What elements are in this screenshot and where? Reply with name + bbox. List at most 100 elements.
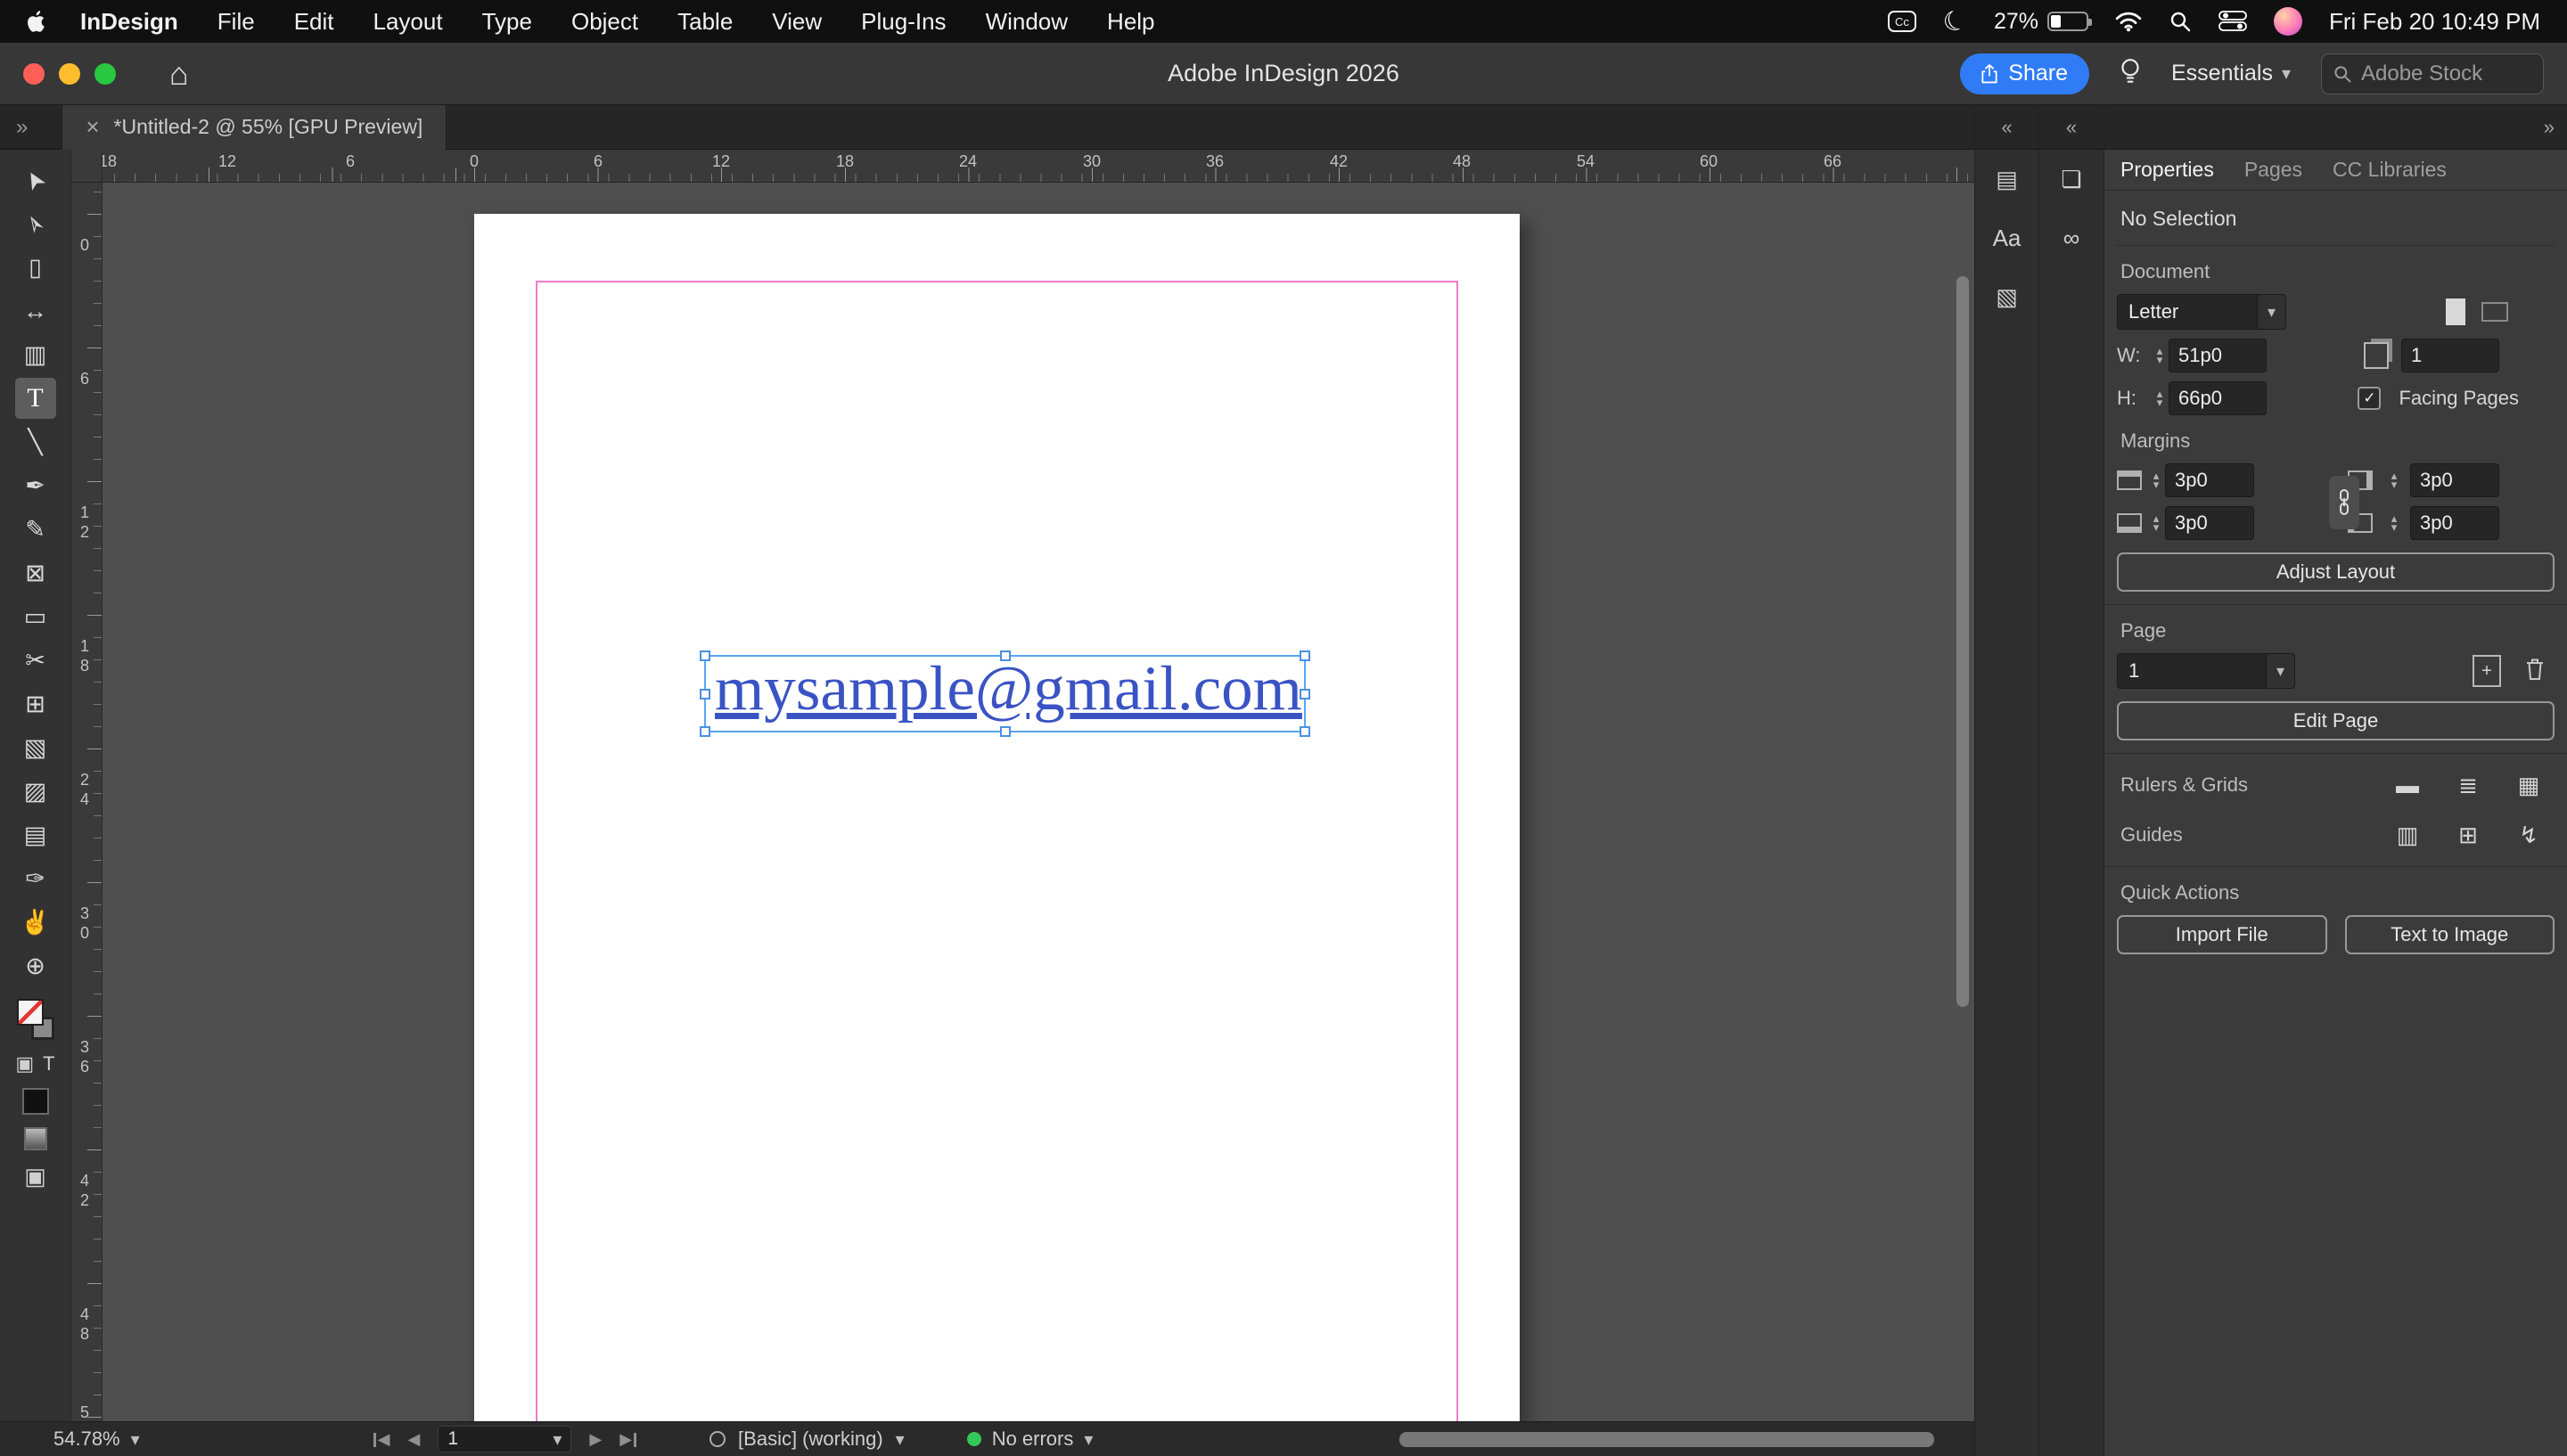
focus-moon-icon[interactable]: ☾ xyxy=(1939,3,1972,40)
object-styles-panel-icon[interactable]: ▧ xyxy=(1987,276,2028,317)
text-to-image-button[interactable]: Text to Image xyxy=(2344,915,2555,954)
minimize-window-button[interactable] xyxy=(59,62,80,85)
formatting-affects-container-icon[interactable]: ▣ xyxy=(15,1052,34,1076)
direct-selection-tool[interactable]: ➢ xyxy=(15,203,56,244)
zoom-tool[interactable]: ⊕ xyxy=(15,945,56,986)
menu-item-help[interactable]: Help xyxy=(1107,8,1154,36)
pencil-tool[interactable]: ✎ xyxy=(15,509,56,550)
frame-handle[interactable] xyxy=(700,726,710,737)
eyedropper-tool[interactable]: ✑ xyxy=(15,858,56,899)
rulers-icon[interactable]: ▬ xyxy=(2387,766,2428,804)
hand-tool[interactable]: ✌ xyxy=(15,902,56,943)
rectangle-frame-tool[interactable]: ⊠ xyxy=(15,552,56,593)
free-transform-tool[interactable]: ⊞ xyxy=(15,683,56,724)
menu-item-view[interactable]: View xyxy=(772,8,822,36)
creative-cloud-icon[interactable]: Cc xyxy=(1888,11,1917,32)
page-number-field[interactable]: 1 ▾ xyxy=(438,1426,572,1452)
battery-indicator[interactable]: 27% xyxy=(1994,9,2092,35)
line-tool[interactable]: ╲ xyxy=(15,421,56,462)
smart-guides-icon[interactable]: ↯ xyxy=(2508,816,2549,854)
landscape-orientation-button[interactable] xyxy=(2481,302,2508,322)
gradient-swatch-tool[interactable]: ▧ xyxy=(15,727,56,768)
note-tool[interactable]: ▤ xyxy=(15,814,56,855)
expand-panels-icon[interactable]: « xyxy=(2066,116,2077,139)
apply-color-swatch[interactable] xyxy=(21,1088,49,1115)
fill-swatch[interactable] xyxy=(16,999,44,1026)
menu-item-layout[interactable]: Layout xyxy=(373,8,443,36)
menu-item-file[interactable]: File xyxy=(217,8,255,36)
frame-handle[interactable] xyxy=(1300,688,1310,699)
document-tab[interactable]: × *Untitled-2 @ 55% [GPU Preview] xyxy=(62,104,447,150)
zoom-level-dropdown[interactable]: 54.78% ▾ xyxy=(53,1427,140,1451)
last-page-button[interactable]: ▶ xyxy=(619,1430,638,1449)
page-size-dropdown[interactable]: Letter ▾ xyxy=(2117,294,2286,330)
frame-handle[interactable] xyxy=(700,688,710,699)
top-margin-stepper[interactable]: ▴ ▾ xyxy=(2147,470,2165,490)
gradient-feather-tool[interactable]: ▨ xyxy=(15,771,56,812)
tab-pages[interactable]: Pages xyxy=(2244,158,2302,182)
tab-close-icon[interactable]: × xyxy=(86,113,99,141)
left-margin-field[interactable] xyxy=(2410,506,2499,540)
portrait-orientation-button[interactable] xyxy=(2446,299,2465,325)
spotlight-search-icon[interactable] xyxy=(2169,10,2192,33)
add-page-button[interactable]: + xyxy=(2473,655,2501,687)
pages-panel-icon[interactable]: ▤ xyxy=(1987,159,2028,200)
adobe-stock-search[interactable] xyxy=(2321,53,2544,94)
tab-cc-libraries[interactable]: CC Libraries xyxy=(2333,158,2447,182)
collapse-panel-icon[interactable]: » xyxy=(2544,116,2555,139)
bottom-margin-stepper[interactable]: ▴ ▾ xyxy=(2147,512,2165,533)
menu-item-plugins[interactable]: Plug-Ins xyxy=(861,8,946,36)
home-icon[interactable]: ⌂ xyxy=(169,55,189,93)
menu-item-edit[interactable]: Edit xyxy=(294,8,334,36)
share-button[interactable]: Share xyxy=(1960,53,2089,94)
pasteboard[interactable]: mysample@gmail.com xyxy=(103,183,1974,1421)
fill-stroke-controls[interactable] xyxy=(15,999,56,1040)
frame-handle[interactable] xyxy=(999,650,1011,661)
top-margin-field[interactable] xyxy=(2165,463,2254,497)
ruler-origin-corner[interactable] xyxy=(71,150,103,183)
expand-panels-icon[interactable]: « xyxy=(2001,116,2012,139)
right-margin-stepper[interactable]: ▴ ▾ xyxy=(2385,470,2403,490)
menu-item-object[interactable]: Object xyxy=(571,8,638,36)
menu-item-table[interactable]: Table xyxy=(677,8,733,36)
gap-tool[interactable]: ↔ xyxy=(15,290,56,331)
frame-handle[interactable] xyxy=(999,726,1011,737)
import-file-button[interactable]: Import File xyxy=(2117,915,2327,954)
control-center-icon[interactable] xyxy=(2218,11,2247,32)
character-styles-panel-icon[interactable]: Aa xyxy=(1987,217,2028,258)
next-page-button[interactable]: ▶ xyxy=(589,1430,602,1449)
frame-handle[interactable] xyxy=(700,650,710,661)
current-page-dropdown[interactable]: 1 ▾ xyxy=(2117,653,2295,689)
apple-menu-icon[interactable] xyxy=(27,10,46,33)
workspace-switcher[interactable]: Essentials ▾ xyxy=(2171,61,2291,86)
type-tool[interactable]: T xyxy=(14,378,56,419)
document-grid-icon[interactable]: ▦ xyxy=(2508,766,2549,804)
frame-handle[interactable] xyxy=(1300,726,1310,737)
menubar-app-name[interactable]: InDesign xyxy=(80,8,178,36)
left-margin-stepper[interactable]: ▴ ▾ xyxy=(2385,512,2403,533)
apply-gradient-swatch[interactable] xyxy=(23,1127,47,1150)
pages-count-field[interactable] xyxy=(2401,339,2499,372)
content-collector-tool[interactable]: ▥ xyxy=(15,334,56,375)
links-panel-icon[interactable]: ∞ xyxy=(2051,217,2092,258)
height-stepper[interactable]: ▴ ▾ xyxy=(2151,388,2169,408)
vertical-ruler[interactable]: 0 6 12 18 24 30 36 42 48 54 xyxy=(71,183,103,1421)
vertical-scrollbar[interactable] xyxy=(1956,276,1969,1007)
stock-search-input[interactable] xyxy=(2361,61,2532,86)
width-field[interactable] xyxy=(2169,339,2267,372)
horizontal-ruler[interactable]: 18 12 6 0 6 12 18 24 30 36 42 48 54 60 6… xyxy=(103,150,1974,183)
rectangle-tool[interactable]: ▭ xyxy=(15,596,56,637)
facing-pages-checkbox[interactable]: ✓ xyxy=(2358,387,2382,410)
menubar-datetime[interactable]: Fri Feb 20 10:49 PM xyxy=(2329,8,2540,36)
grid-guides-icon[interactable]: ⊞ xyxy=(2448,816,2489,854)
baseline-grid-icon[interactable]: ≣ xyxy=(2448,766,2489,804)
layers-panel-icon[interactable]: ❏ xyxy=(2051,159,2092,200)
scissors-tool[interactable]: ✂ xyxy=(15,640,56,681)
screen-mode-icon[interactable]: ▣ xyxy=(24,1163,46,1190)
formatting-affects-text-icon[interactable]: T xyxy=(43,1052,54,1076)
user-avatar[interactable] xyxy=(2274,7,2302,36)
selection-tool[interactable]: ➤ xyxy=(15,160,56,200)
link-margins-button[interactable] xyxy=(2329,476,2359,529)
bottom-margin-field[interactable] xyxy=(2165,506,2254,540)
wifi-icon[interactable] xyxy=(2115,11,2142,32)
